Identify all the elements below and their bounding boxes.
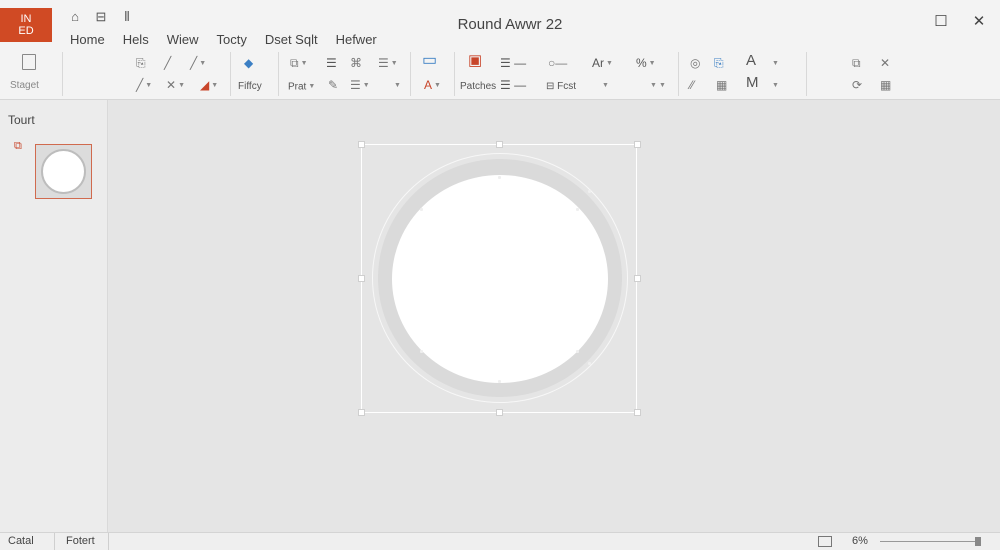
paste-icon[interactable] [22,54,36,70]
home-icon[interactable]: ⌂ [68,9,82,25]
connector-icon[interactable]: ○― [548,56,567,70]
zoom-slider[interactable] [880,541,980,542]
tab-home[interactable]: Home [70,32,105,47]
paste-label: Staget [10,80,39,91]
resize-handle[interactable] [496,141,503,148]
big-a-button[interactable]: A [746,53,756,68]
align-icon[interactable]: ☰ [326,56,337,70]
resize-handle[interactable] [634,275,641,282]
tab-tools[interactable]: Tocty [216,32,246,47]
line-icon[interactable]: ☰ ― [500,56,526,70]
font-box[interactable]: ⊟ Fcst [546,80,576,94]
attach-icon[interactable]: ⦀ [120,9,134,25]
arrange-icon[interactable]: ⌘ [350,56,362,70]
tab-help[interactable]: Hels [123,32,149,47]
maximize-button[interactable]: ☐ [932,12,950,30]
ribbon-divider [454,52,455,96]
cross-icon[interactable]: ✕ ▼ [166,78,185,93]
status-notes-label[interactable]: Fotert [66,535,95,547]
status-bar: Catal Fotert 6% [0,532,1000,550]
percent-label: % [636,56,647,70]
pencil-icon[interactable]: ╱ ▼ [136,78,152,93]
more-dropdown-icon[interactable]: ▼ [392,78,401,93]
tab-view[interactable]: Wiew [167,32,199,47]
status-divider [54,533,55,550]
text-box-icon[interactable]: ▭ [422,53,437,69]
edit-picture-icon[interactable]: ⎘ [714,56,724,70]
app-logo-line1: IN [20,13,32,25]
fill-icon[interactable]: ◆ [244,56,253,70]
zoom-slider-thumb[interactable] [975,537,981,546]
ribbon-tabs: Home Hels Wiew Tocty Dset Sqlt Hefwer [70,32,395,47]
line-style-icon[interactable]: ☰ ▼ [378,56,398,71]
ribbon-divider [678,52,679,96]
grid-icon[interactable]: ▦ [716,78,727,92]
resize-handle[interactable] [358,141,365,148]
quick-access-toolbar: ⌂ ⊟ ⦀ [68,9,134,25]
percent-button[interactable]: % ▼ [636,56,656,71]
shapes-icon[interactable]: ⧉ ▼ [290,56,308,71]
zoom-level[interactable]: 6% [852,535,868,547]
list-icon[interactable]: ☰ ▼ [350,78,370,93]
delete-icon[interactable]: ✕ [880,56,890,70]
slide-marker-icon: ⧉ [14,140,22,152]
ribbon-divider [410,52,411,96]
app-logo[interactable]: IN ED [0,8,52,42]
rotate-icon[interactable]: ◎ [690,56,700,70]
fancy-label[interactable]: Fiffcy [238,80,262,94]
status-divider [108,533,109,550]
thumbnail-circle [41,149,86,194]
tab-design[interactable]: Dset Sqlt [265,32,318,47]
chart-icon[interactable]: ▦ [880,78,891,92]
resize-handle[interactable] [358,409,365,416]
patches-label[interactable]: Patches [460,80,496,94]
ribbon-divider [62,52,63,96]
brush-icon[interactable]: ╱ ▼ [190,56,206,71]
ribbon-divider [278,52,279,96]
pen-icon[interactable]: ╱ [164,56,171,70]
ribbon: Staget ⎘ ╱ ╱ ▼ ╱ ▼ ✕ ▼ ◢ ▼ ◆ Fiffcy ⧉ ▼ ☰ ⌘ ☰… [0,48,1000,100]
prat-text: Prat [288,81,307,93]
group-icon[interactable]: ⧉ [852,56,861,70]
reset-icon[interactable]: ⟳ [852,78,862,92]
resize-handle[interactable] [634,409,641,416]
slide-thumbnail[interactable] [35,144,92,199]
normal-view-icon[interactable] [818,536,832,547]
big-m-dropdown-icon[interactable]: ▼ [770,78,779,93]
close-button[interactable]: ✕ [970,12,988,30]
prat-label[interactable]: Prat ▼ [288,80,315,95]
quick-style-icon[interactable]: ✎ [328,78,338,92]
slash-icon[interactable]: ⁄⁄ [690,78,694,92]
slide-thumbnail-pane: Tourt ⧉ [0,100,108,532]
title-bar: IN ED ⌂ ⊟ ⦀ Home Hels Wiew Tocty Dset Sq… [0,0,1000,48]
ribbon-divider [230,52,231,96]
highlight-icon[interactable]: ◢ ▼ [200,78,218,93]
selection-box[interactable] [361,144,637,413]
pane-title: Tourt [8,113,35,127]
spacing-dropdown-icon[interactable]: ▼ ▼ [648,78,666,93]
text-dropdown-icon[interactable]: ▼ [600,78,609,93]
font-color-icon[interactable]: A ▼ [424,78,441,93]
picture-icon[interactable]: ▣ [468,53,482,68]
format-painter-icon[interactable]: ⎘ [136,56,146,70]
font-label: Fcst [557,81,577,92]
big-m-button[interactable]: M [746,75,759,90]
save-icon[interactable]: ⊟ [94,9,108,25]
status-left-label[interactable]: Catal [8,535,34,547]
resize-handle[interactable] [358,275,365,282]
line-weight-icon[interactable]: ☰ ― [500,78,526,92]
resize-handle[interactable] [634,141,641,148]
text-size-button[interactable]: Ar ▼ [592,56,613,71]
document-title: Round Awwr 22 [457,16,563,33]
ribbon-divider [806,52,807,96]
text-size-label: Ar [592,56,604,70]
app-logo-line2: ED [18,25,34,37]
tab-helper[interactable]: Hefwer [336,32,377,47]
resize-handle[interactable] [496,409,503,416]
big-a-dropdown-icon[interactable]: ▼ [770,56,779,71]
